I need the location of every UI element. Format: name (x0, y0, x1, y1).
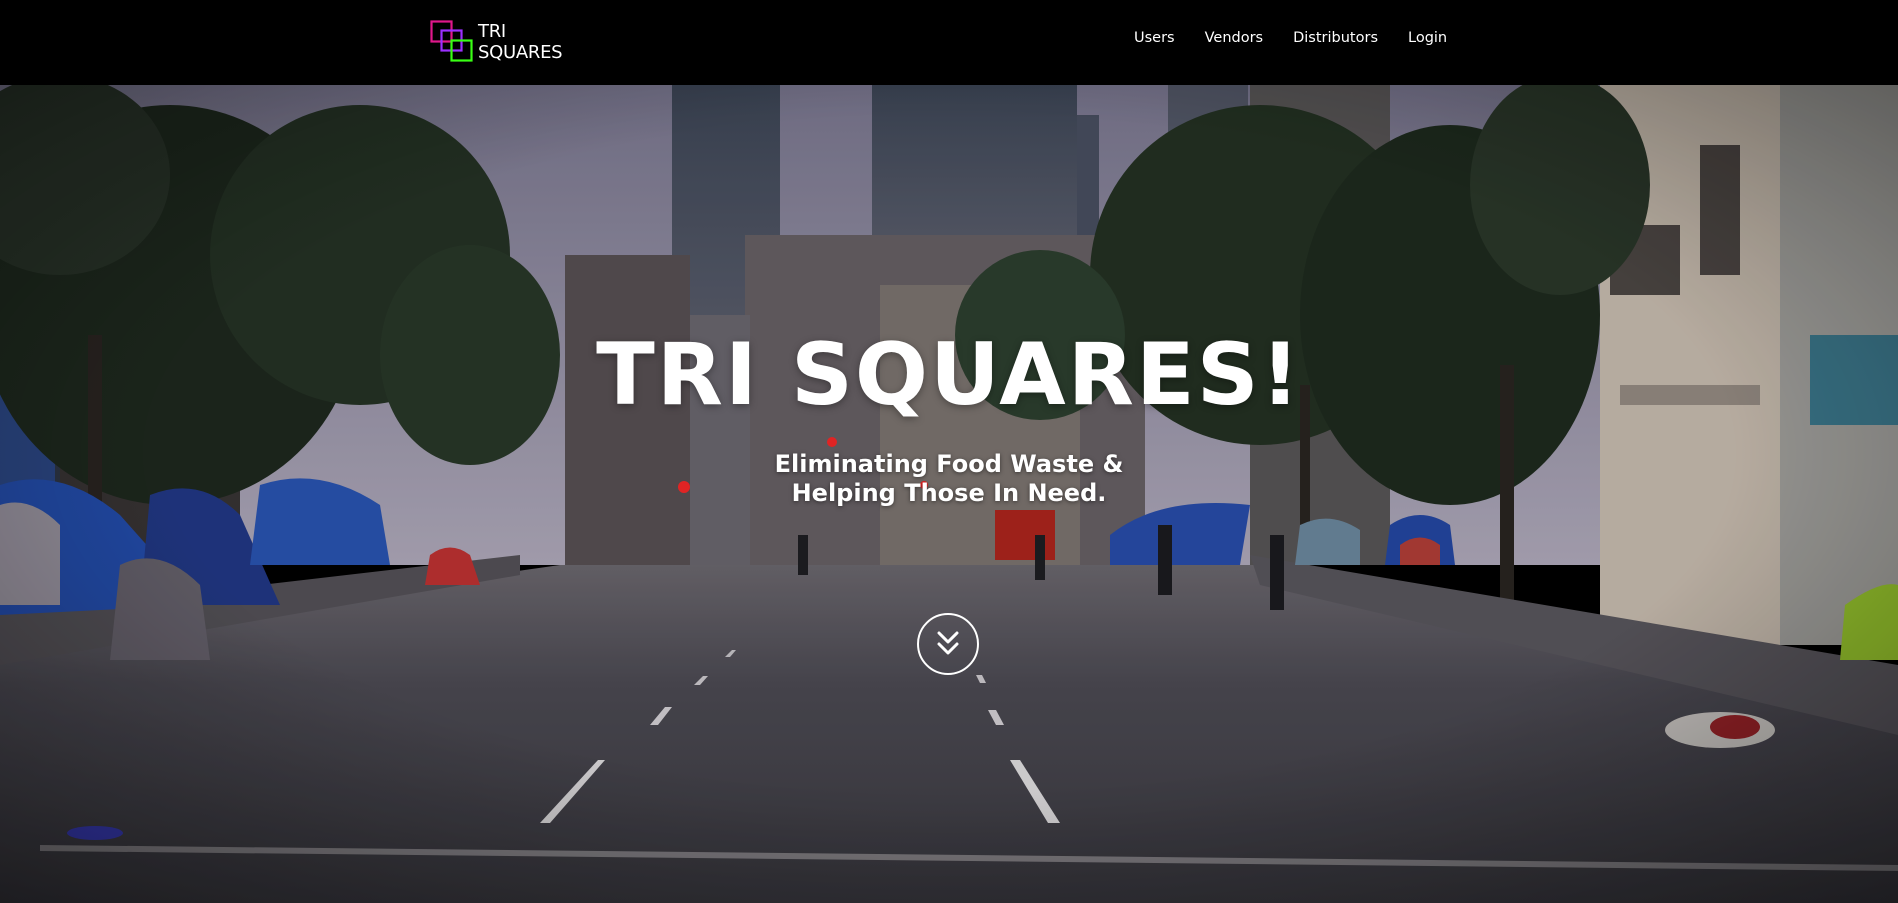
hero-section: TRI SQUARES! Eliminating Food Waste & He… (0, 85, 1898, 903)
tri-squares-logo-icon (430, 20, 473, 62)
double-chevron-down-icon (937, 631, 959, 655)
logo-text: TRI SQUARES (478, 21, 563, 63)
nav-link-distributors[interactable]: Distributors (1289, 28, 1382, 48)
nav-links: Users Vendors Distributors Login (1130, 28, 1473, 48)
logo-text-line1: TRI (478, 21, 506, 42)
scroll-down-button[interactable] (917, 613, 979, 675)
navbar: TRI SQUARES Users Vendors Distributors L… (0, 0, 1898, 85)
logo-text-line2: SQUARES (478, 42, 563, 63)
hero-title: TRI SQUARES! (596, 325, 1302, 425)
nav-link-login[interactable]: Login (1404, 28, 1451, 48)
nav-link-vendors[interactable]: Vendors (1201, 28, 1268, 48)
hero-subtitle-line2: Helping Those In Need. (791, 479, 1107, 507)
hero-subtitle: Eliminating Food Waste & Helping Those I… (0, 450, 1898, 508)
hero-subtitle-line1: Eliminating Food Waste & (774, 450, 1124, 478)
nav-link-users[interactable]: Users (1130, 28, 1179, 48)
logo-link[interactable]: TRI SQUARES (430, 19, 570, 65)
